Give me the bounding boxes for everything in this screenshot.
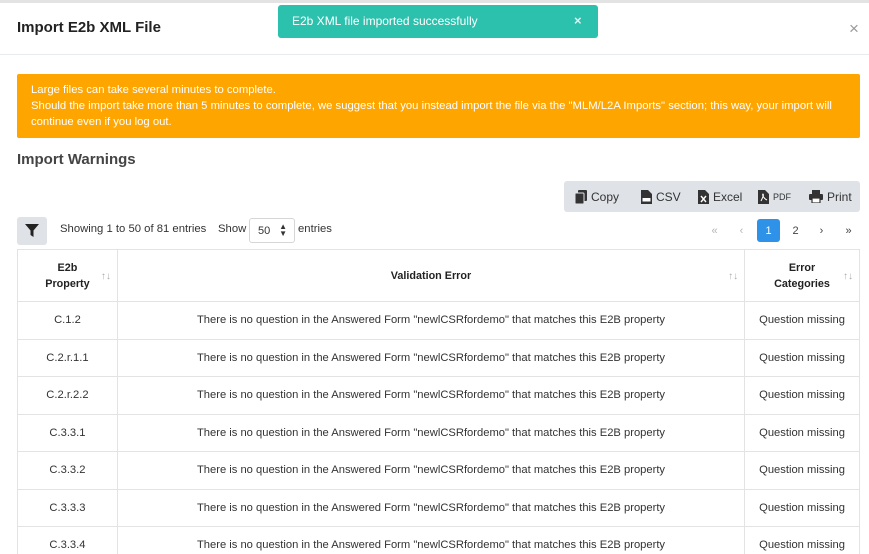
copy-label: Copy (591, 189, 620, 204)
last-page-button[interactable]: » (837, 219, 860, 242)
excel-file-icon (698, 189, 709, 204)
toast-message: E2b XML file imported successfully (292, 14, 478, 28)
table-row: C.3.3.4 There is no question in the Answe… (17, 526, 860, 554)
table-row: C.3.3.2 There is no question in the Answe… (17, 451, 860, 490)
property-header-line-2: Property (45, 277, 90, 290)
cell-error: There is no question in the Answered For… (116, 451, 746, 490)
copy-button[interactable]: Copy (575, 181, 641, 212)
table-header-row: E2b Property ↑↓ Validation Error ↑↓ Erro… (17, 249, 860, 302)
print-icon (809, 190, 823, 203)
cell-property: C.2.r.2.2 (17, 376, 118, 415)
warnings-table: E2b Property ↑↓ Validation Error ↑↓ Erro… (17, 249, 860, 554)
sort-icon: ↑↓ (843, 271, 853, 282)
table-row: C.2.r.1.1 There is no question in the Ans… (17, 338, 860, 377)
column-header-property[interactable]: E2b Property ↑↓ (17, 249, 118, 302)
property-header-line-1: E2b (57, 261, 78, 274)
cell-category: Question missing (744, 376, 860, 415)
filter-icon (25, 224, 39, 237)
previous-page-button[interactable]: ‹ (730, 219, 753, 242)
length-show-label: Show (218, 223, 247, 235)
first-page-button[interactable]: « (703, 219, 726, 242)
cell-error: There is no question in the Answered For… (116, 526, 746, 554)
cell-category: Question missing (744, 526, 860, 554)
cell-property: C.1.2 (17, 301, 118, 340)
sort-icon: ↑↓ (728, 271, 739, 282)
excel-button[interactable]: Excel (698, 181, 758, 212)
column-header-validation-error[interactable]: Validation Error ↑↓ (116, 249, 746, 302)
cell-property: C.3.3.3 (17, 488, 118, 527)
next-page-button[interactable]: › (810, 219, 833, 242)
print-button[interactable]: Print (809, 181, 859, 212)
cell-error: There is no question in the Answered For… (116, 413, 746, 452)
page-2-button[interactable]: 2 (784, 219, 807, 242)
modal-close-button[interactable]: × (849, 20, 859, 38)
page-length-value: 50 (258, 225, 271, 237)
category-header-line-2: Categories (774, 277, 830, 290)
cell-category: Question missing (744, 451, 860, 490)
warning-alert: Large files can take several minutes to … (17, 74, 860, 138)
length-entries-label: entries (298, 223, 332, 235)
alert-line-1: Large files can take several minutes to … (31, 84, 276, 96)
excel-label: Excel (713, 189, 743, 204)
pdf-label: PDF (773, 191, 791, 202)
success-toast: E2b XML file imported successfully × (278, 5, 598, 38)
modal-title: Import E2b XML File (17, 19, 161, 36)
filter-button[interactable] (17, 217, 47, 245)
error-header-label: Validation Error (390, 269, 472, 282)
print-label: Print (827, 189, 852, 204)
sort-icon: ↑↓ (100, 271, 111, 282)
pdf-button[interactable]: PDF (758, 181, 809, 212)
csv-label: CSV (656, 189, 681, 204)
cell-category: Question missing (744, 301, 860, 340)
column-header-error-categories[interactable]: Error Categories ↑↓ (744, 249, 860, 302)
cell-error: There is no question in the Answered For… (116, 338, 746, 377)
pdf-file-icon (758, 189, 769, 204)
cell-category: Question missing (744, 488, 860, 527)
cell-property: C.3.3.4 (17, 526, 118, 554)
cell-category: Question missing (744, 413, 860, 452)
cell-category: Question missing (744, 338, 860, 377)
cell-error: There is no question in the Answered For… (116, 376, 746, 415)
alert-line-2: Should the import take more than 5 minut… (31, 100, 832, 128)
cell-property: C.3.3.2 (17, 451, 118, 490)
copy-icon (575, 189, 587, 204)
table-row: C.3.3.1 There is no question in the Answe… (17, 413, 860, 452)
cell-error: There is no question in the Answered For… (116, 301, 746, 340)
page-length-select[interactable]: 50 ▲ ▼ (249, 218, 295, 243)
export-button-group: Copy CSV Excel PDF Print (564, 181, 860, 212)
cell-property: C.2.r.1.1 (17, 338, 118, 377)
page-1-button[interactable]: 1 (757, 219, 780, 242)
csv-button[interactable]: CSV (641, 181, 698, 212)
table-row: C.2.r.2.2 There is no question in the Ans… (17, 376, 860, 415)
section-title: Import Warnings (17, 151, 136, 168)
select-arrows-icon: ▲ ▼ (279, 222, 287, 238)
category-header-line-1: Error (788, 261, 816, 274)
table-info: Showing 1 to 50 of 81 entries (60, 223, 207, 235)
table-row: C.3.3.3 There is no question in the Answe… (17, 488, 860, 527)
cell-error: There is no question in the Answered For… (116, 488, 746, 527)
table-row: C.1.2 There is no question in the Answere… (17, 301, 860, 340)
csv-file-icon (641, 189, 652, 204)
toast-close-button[interactable]: × (574, 13, 582, 28)
cell-property: C.3.3.1 (17, 413, 118, 452)
